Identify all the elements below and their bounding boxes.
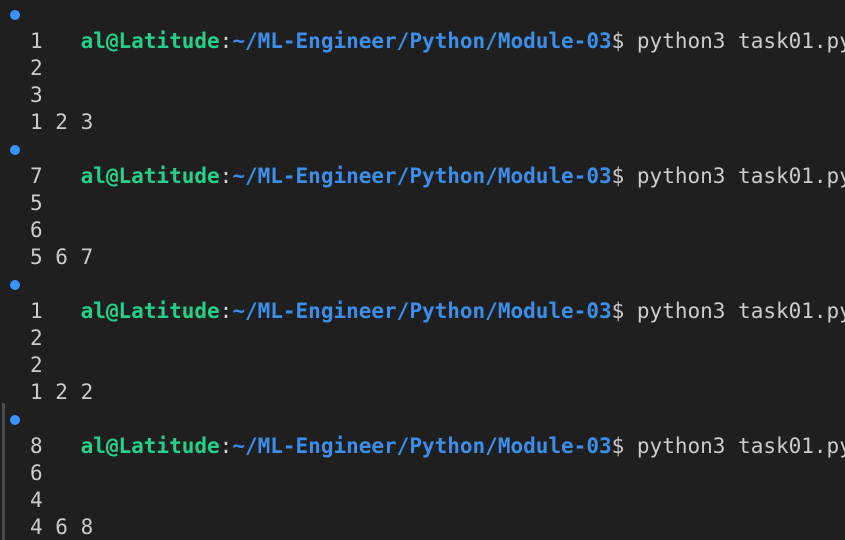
- output-line: 2: [30, 326, 43, 350]
- output-line: 6: [30, 461, 43, 485]
- output-line: 4 6 8: [30, 515, 94, 539]
- command-decoration-icon[interactable]: [10, 145, 20, 155]
- prompt-line: al@Latitude:~/ML-Engineer/Python/Module-…: [0, 271, 845, 323]
- output-line: 3: [30, 83, 43, 107]
- output-line: 8: [30, 434, 43, 458]
- output-line: 5 6 7: [30, 245, 94, 269]
- command-decoration-icon[interactable]: [10, 415, 20, 425]
- output-line: 1 2 3: [30, 110, 94, 134]
- command-decoration-icon[interactable]: [10, 10, 20, 20]
- output-line: 1: [30, 29, 43, 53]
- output-line: 1 2 2: [30, 380, 94, 404]
- output-line: 1: [30, 299, 43, 323]
- prompt-line: al@Latitude:~/ML-Engineer/Python/Module-…: [0, 1, 845, 53]
- output-line: 2: [30, 353, 43, 377]
- command-decoration-icon[interactable]: [10, 280, 20, 290]
- terminal-output[interactable]: al@Latitude:~/ML-Engineer/Python/Module-…: [0, 0, 845, 540]
- output-line: 4: [30, 488, 43, 512]
- output-line: 5: [30, 191, 43, 215]
- prompt-line: al@Latitude:~/ML-Engineer/Python/Module-…: [0, 406, 845, 458]
- output-line: 7: [30, 164, 43, 188]
- prompt-line: al@Latitude:~/ML-Engineer/Python/Module-…: [0, 136, 845, 188]
- output-line: 6: [30, 218, 43, 242]
- output-line: 2: [30, 56, 43, 80]
